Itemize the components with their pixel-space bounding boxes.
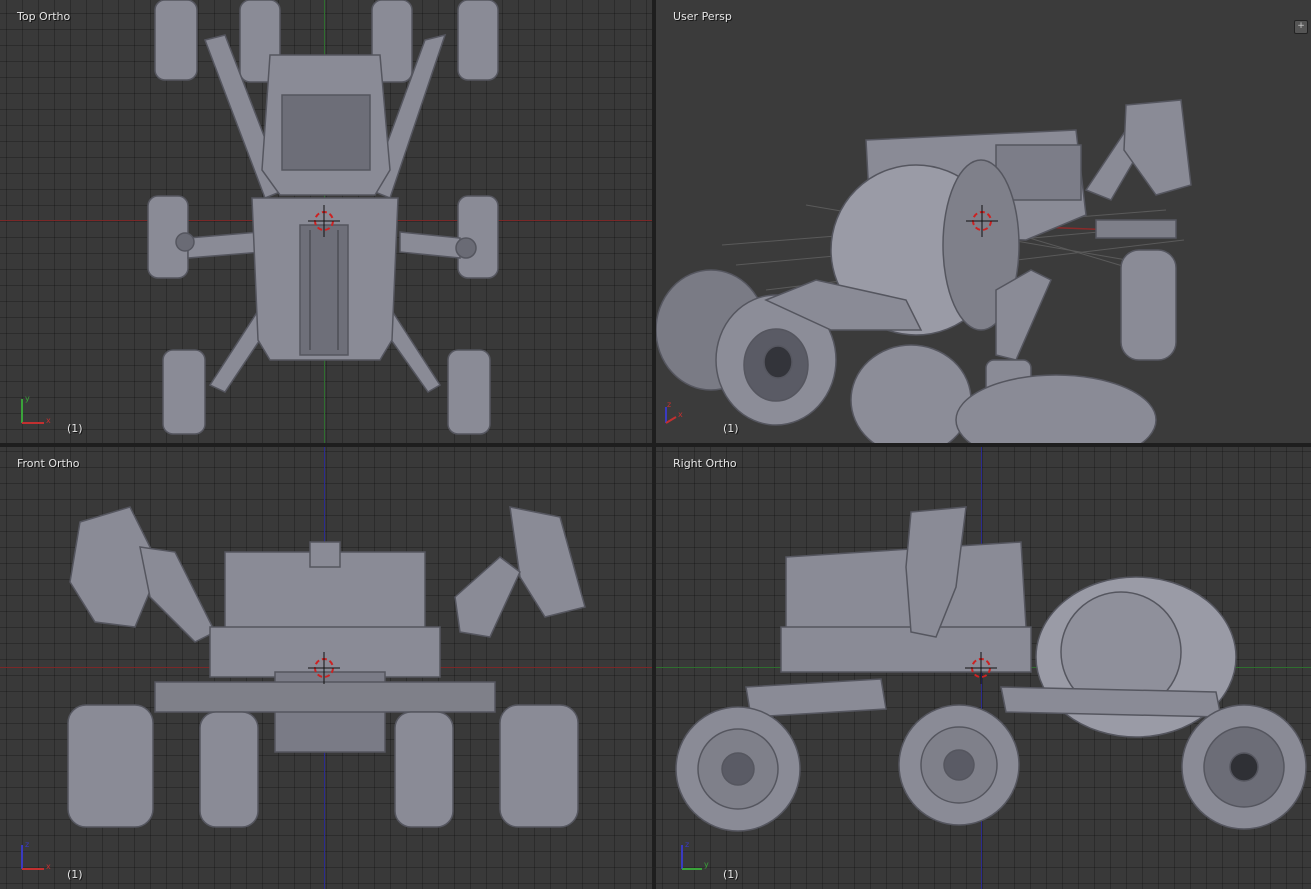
gizmo-v-label: z: [667, 400, 671, 409]
viewport-label: Top Ortho: [17, 10, 71, 23]
3d-cursor-icon[interactable]: [306, 203, 342, 239]
gizmo-h-label: x: [678, 410, 683, 419]
viewport-label: User Persp: [673, 10, 732, 23]
axis-gizmo-icon: z x: [665, 400, 683, 424]
gizmo-v-label: y: [25, 394, 30, 403]
viewport-label: Right Ortho: [673, 457, 737, 470]
viewport-user-persp[interactable]: z x + User Persp (1): [656, 0, 1311, 443]
viewport-right-ortho[interactable]: z y Right Ortho (1): [656, 447, 1311, 889]
axis-gizmo-icon: z x: [21, 840, 51, 871]
3d-cursor-icon[interactable]: [306, 650, 342, 686]
axis-gizmo-icon: y x: [21, 394, 51, 425]
3d-cursor-icon[interactable]: [963, 650, 999, 686]
gizmo-h-label: x: [46, 416, 51, 425]
frame-number: (1): [723, 868, 739, 881]
quad-view: y x Top Ortho (1) z x + User Persp (1) z…: [0, 0, 1311, 889]
viewport-top-ortho[interactable]: y x Top Ortho (1): [0, 0, 652, 443]
view-options-icon[interactable]: +: [1294, 20, 1308, 34]
gizmo-v-label: z: [685, 840, 689, 849]
frame-number: (1): [67, 868, 83, 881]
3d-cursor-icon[interactable]: [964, 203, 1000, 239]
gizmo-v-label: z: [25, 840, 29, 849]
gizmo-h-label: y: [704, 860, 709, 869]
gizmo-h-label: x: [46, 862, 51, 871]
frame-number: (1): [67, 422, 83, 435]
axis-gizmo-icon: z y: [681, 840, 709, 870]
viewport-front-ortho[interactable]: z x Front Ortho (1): [0, 447, 652, 889]
frame-number: (1): [723, 422, 739, 435]
viewport-label: Front Ortho: [17, 457, 80, 470]
